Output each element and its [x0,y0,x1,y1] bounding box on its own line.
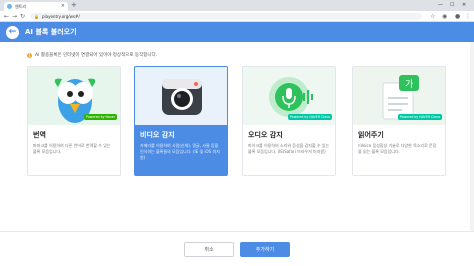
card-description: 마이크를 이용하여 소리와 음성을 감지할 수 있는 블록 모음입니다. (IE… [248,143,330,154]
card-image: Powered by NAVER Clova [243,67,335,125]
card-title: 비디오 감지 [140,131,175,139]
cancel-button[interactable]: 취소 [184,242,234,257]
profile-avatar-icon[interactable]: ● [455,12,460,21]
card-image: Powered by Naver [28,67,120,125]
card-translate[interactable]: Powered by Naver 번역 파파고를 이용하여 다른 언어로 번역할… [27,66,121,176]
back-nav-icon[interactable]: ← [4,12,9,21]
footer-divider [0,231,474,232]
url-input[interactable]: 🔒 playentry.org/ws#/ [30,13,422,20]
favicon-icon [7,4,12,9]
page-title: AI 블록 불러오기 [25,28,77,36]
browser-tabbar: 엔트리 × + — ☐ ✕ [0,0,474,11]
reload-icon[interactable]: ↻ [20,12,25,21]
add-button[interactable]: 추가하기 [240,242,290,257]
bookmark-star-icon[interactable]: ☆ [430,12,435,21]
url-text: playentry.org/ws#/ [41,14,80,19]
minimize-button[interactable]: — [438,1,443,10]
modal-header: ← AI 블록 불러오기 [0,22,474,42]
card-description: 카메라를 이용하여 사람(신체), 얼굴, 사물 등을 인식하는 블록들의 모음… [140,143,220,160]
card-image [135,67,227,125]
card-read-aloud[interactable]: 가 Powered by NAVER Clova 읽어주기 nVoice 음성합… [352,66,446,176]
card-title: 오디오 감지 [248,131,283,139]
maximize-button[interactable]: ☐ [450,1,454,10]
menu-kebab-icon[interactable]: ⋮ [465,12,471,21]
powered-by-badge: Powered by NAVER Clova [287,114,332,120]
scrollbar[interactable] [470,42,474,232]
address-bar-row: ← → ↻ 🔒 playentry.org/ws#/ ☆ ◉ ● ⋮ [0,11,474,22]
back-arrow-icon[interactable]: ← [6,25,19,39]
card-description: 파파고를 이용하여 다른 언어로 번역할 수 있는 블록 모음입니다. [33,143,111,154]
card-image: 가 Powered by NAVER Clova [353,67,445,125]
svg-text:가: 가 [405,79,413,90]
card-title: 읽어주기 [358,131,384,139]
forward-nav-icon[interactable]: → [12,12,17,21]
notice-message: ! AI 활용블록은 인터넷이 연결되어 있어야 정상적으로 동작합니다. [27,52,157,58]
tab-title: 엔트리 [15,3,27,9]
new-tab-button[interactable]: + [71,1,77,10]
tab-close-icon[interactable]: × [61,3,65,10]
powered-by-badge: Powered by NAVER Clova [397,114,442,120]
card-title: 번역 [33,131,46,139]
lock-icon: 🔒 [34,14,39,19]
extension-icon[interactable]: ◉ [442,12,447,21]
card-description: nVoice 음성합성 기술로 다양한 목소리로 문장을 읽는 블록 모음입니다… [358,143,437,154]
notice-text: AI 활용블록은 인터넷이 연결되어 있어야 정상적으로 동작합니다. [35,53,158,58]
card-audio-detection[interactable]: Powered by NAVER Clova 오디오 감지 마이크를 이용하여 … [242,66,336,176]
powered-by-badge: Powered by Naver [84,114,117,120]
card-video-detection[interactable]: 비디오 감지 카메라를 이용하여 사람(신체), 얼굴, 사물 등을 인식하는 … [134,66,228,176]
window-close-button[interactable]: ✕ [462,1,466,10]
browser-tab[interactable]: 엔트리 × [4,2,68,11]
camera-icon [162,79,202,115]
warning-icon: ! [27,52,32,58]
